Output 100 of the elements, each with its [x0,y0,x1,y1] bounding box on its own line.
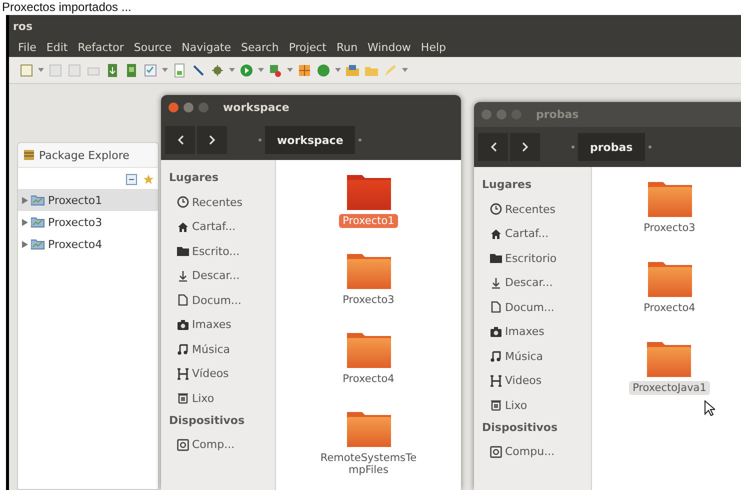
sidebar-item[interactable]: Lixo [482,393,591,418]
run-external-icon[interactable] [268,62,283,78]
download-icon [490,276,502,289]
menu-item[interactable]: Source [128,37,177,57]
caret-icon [258,68,264,72]
caption-text: Proxectos importados ... [2,0,132,14]
clock-icon [177,196,189,208]
project-tree-item[interactable]: Proxecto1 [18,189,158,211]
expand-arrow-icon [22,240,28,248]
window-title: ros [13,20,33,32]
open-folder-icon[interactable] [345,62,360,78]
menu-item[interactable]: Refactor [72,37,129,57]
sidebar-item[interactable]: Lixo [169,386,275,410]
folder-icon [646,181,692,218]
folder-label[interactable]: Proxecto4 [338,372,398,386]
menu-item[interactable]: Search [236,37,284,57]
menu-item[interactable]: Run [331,37,363,57]
folder-icon [490,252,502,264]
menu-item[interactable]: Help [416,37,451,57]
project-folder-icon [31,238,45,250]
path-button[interactable]: probas [578,133,645,161]
checklist-icon[interactable] [143,62,158,78]
sidebar-item[interactable]: Música [169,337,275,362]
project-tree-item[interactable]: Proxecto3 [18,211,158,233]
sidebar-item[interactable]: Descar... [169,264,275,288]
sidebar-item[interactable]: Vídeos [169,362,275,386]
window-title: workspace [223,101,290,114]
forward-button[interactable] [197,126,227,154]
minimize-icon [496,109,507,120]
menu-item[interactable]: Navigate [176,37,236,57]
minimize-icon [183,102,194,113]
package-icon [24,150,34,160]
document-icon [490,301,502,314]
project-folder-icon [31,194,45,206]
back-button[interactable] [478,133,508,161]
trash-icon [177,392,189,404]
forward-button[interactable] [510,133,540,161]
camera-icon [490,326,502,338]
caret-icon [162,68,168,72]
sidebar-item[interactable]: Cartaf... [169,214,275,239]
clock-icon [490,203,502,216]
folder-icon [346,411,392,448]
menu-item[interactable]: Project [284,37,332,57]
collapse-all-icon [126,174,137,185]
sidebar-item[interactable]: Compu... [482,440,591,464]
folder-label[interactable]: Proxecto3 [338,293,398,307]
folder-icon [346,174,392,211]
sidebar-item[interactable]: Imaxes [169,312,275,337]
sidebar-item[interactable]: Escritorio [482,246,591,270]
sidebar-heading: Dispositivos [169,412,246,428]
path-button[interactable]: workspace [265,126,356,154]
music-note-icon [177,343,189,356]
grid-icon[interactable] [297,62,312,78]
maximize-icon [198,102,209,113]
mouse-pointer-icon [704,400,715,416]
folder-icon [346,253,392,290]
sidebar-item[interactable]: Imaxes [482,320,591,344]
sidebar-item[interactable]: Cartaf... [482,222,591,246]
import-icon[interactable] [105,62,120,78]
project-tree-item[interactable]: Proxecto4 [18,233,158,255]
new-file-icon[interactable] [19,62,34,78]
star-icon [143,174,154,185]
folder-icon [177,245,189,258]
sidebar-item[interactable]: Docum... [482,295,591,320]
folder-icon [646,261,692,298]
run-icon[interactable] [239,62,254,78]
caret-icon [229,68,235,72]
sidebar-heading: Lugares [169,170,220,186]
sidebar-item[interactable]: Recentes [482,197,591,222]
sidebar-item[interactable]: Descar... [482,270,591,295]
export-icon[interactable] [124,62,139,78]
menu-item[interactable]: Window [362,37,416,57]
caret-icon [38,68,44,72]
sidebar-item[interactable]: Música [482,344,591,368]
left-scroll-icon [570,144,576,150]
home-icon [177,220,189,233]
folder-icon [346,332,392,369]
menu-item[interactable]: Edit [41,37,73,57]
close-icon [481,109,492,120]
close-icon [168,102,179,113]
document-icon [177,294,189,306]
project-folder-icon [31,216,45,228]
camera-icon [177,318,189,331]
page-icon[interactable] [172,62,187,78]
sidebar-item[interactable]: Comp... [169,432,275,457]
sidebar-item[interactable]: Recentes [169,190,275,214]
sidebar-item[interactable]: Videos [482,368,591,393]
expand-arrow-icon [22,218,28,226]
back-button[interactable] [165,126,195,154]
sidebar-item[interactable]: Escrito... [169,239,275,264]
drive-icon [490,446,502,458]
right-scroll-icon [357,137,364,143]
left-scroll-icon [257,137,263,143]
folder-label[interactable]: RemoteSystemsTempFiles [316,451,422,477]
right-scroll-icon [646,144,653,150]
sidebar-heading: Dispositivos [482,420,559,436]
window-title: probas [536,108,579,121]
music-note-icon [490,350,502,362]
menu-item[interactable]: File [13,37,42,57]
sidebar-item[interactable]: Docum... [169,288,275,312]
